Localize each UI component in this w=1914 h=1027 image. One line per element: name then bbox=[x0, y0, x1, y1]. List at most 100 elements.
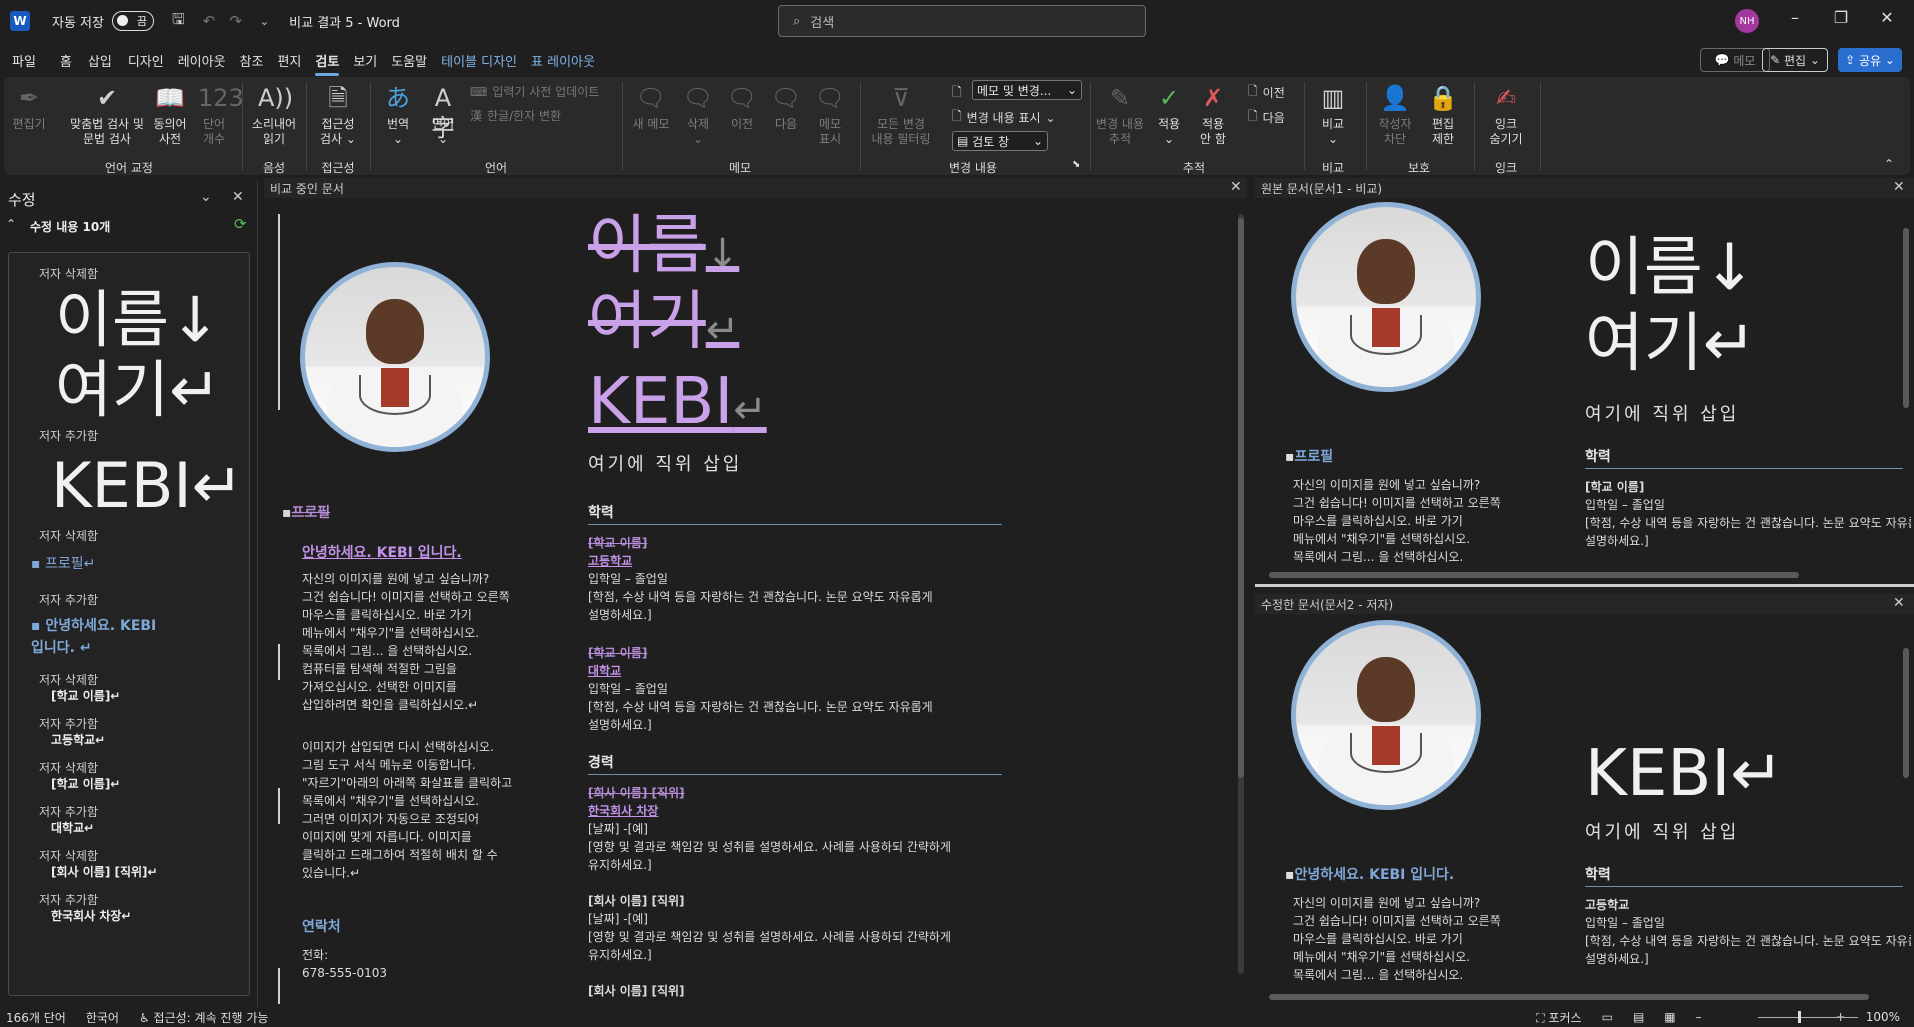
compared-document-pane[interactable]: 비교 중인 문서 ✕ 이름↓ 여기↵ KEBI↵ 여기에 직위 삽입 ▪프로필 … bbox=[264, 178, 1247, 1007]
language-button[interactable]: A字 언어 ⌄ bbox=[422, 83, 464, 147]
show-memo-button[interactable]: 🗨 메모 표시 bbox=[808, 83, 852, 147]
phone-number[interactable]: 678-555-0103 bbox=[302, 964, 387, 982]
thesaurus-button[interactable]: 📖 동의어 사전 bbox=[148, 83, 192, 147]
tab-help[interactable]: 도움말 bbox=[391, 48, 427, 73]
revised-job-title[interactable]: 여기에 직위 삽입 bbox=[1585, 818, 1739, 844]
track-changes-button[interactable]: ✎ 변경 내용 추적 bbox=[1094, 83, 1146, 147]
revised-hello-heading[interactable]: ▪안녕하세요. KEBI 입니다. bbox=[1285, 864, 1454, 884]
next-memo-button[interactable]: 🗨 다음 bbox=[764, 83, 808, 132]
original-dates[interactable]: 입학일 – 졸업일 bbox=[1585, 496, 1665, 514]
prev-memo-button[interactable]: 🗨 이전 bbox=[720, 83, 764, 132]
check-accessibility-button[interactable]: 🗎 접근성 검사 ⌄ bbox=[312, 83, 364, 147]
revision-text[interactable]: ▪ 프로필↵ bbox=[31, 553, 95, 573]
tab-mailings[interactable]: 편지 bbox=[277, 48, 301, 73]
revision-text[interactable]: [학교 이름]↵ bbox=[51, 687, 120, 704]
revision-text[interactable]: 이름↓ 여기↵ bbox=[55, 285, 221, 425]
company1-deleted[interactable]: [회사 이름] [직위] bbox=[588, 784, 685, 802]
filter-changes-button[interactable]: ⊽ 모든 변경 내용 필터링 bbox=[866, 83, 936, 147]
tab-home[interactable]: 홈 bbox=[60, 48, 72, 73]
revision-text[interactable]: 고등학교↵ bbox=[51, 731, 105, 748]
revised-intro[interactable]: 자신의 이미지를 원에 넣고 싶습니까? 그건 쉽습니다! 이미지를 선택하고 … bbox=[1293, 894, 1501, 984]
company2[interactable]: [회사 이름] [직위] bbox=[588, 892, 685, 910]
tab-file[interactable]: 파일 bbox=[12, 48, 36, 73]
restrict-editing-button[interactable]: 🔒 편집 제한 bbox=[1420, 83, 1466, 147]
tab-design[interactable]: 디자인 bbox=[128, 48, 164, 73]
edu-description[interactable]: [학점, 수상 내역 등을 자랑하는 건 괜찮습니다. 논문 요약도 자유롭게 … bbox=[588, 588, 933, 624]
hello-heading[interactable]: 안녕하세요. KEBI 입니다. bbox=[302, 542, 462, 562]
minimize-icon[interactable]: – bbox=[1780, 8, 1810, 27]
date-range[interactable]: [날짜] -[예] bbox=[588, 820, 648, 838]
edu-dates[interactable]: 입학일 – 졸업일 bbox=[588, 680, 668, 698]
original-school[interactable]: [학교 이름] bbox=[1585, 478, 1644, 496]
print-layout-icon[interactable]: ▤ bbox=[1633, 1010, 1644, 1024]
inserted-name[interactable]: KEBI↵ bbox=[588, 364, 767, 448]
spelling-button[interactable]: ✔ 맞춤법 검사 및 문법 검사 bbox=[59, 83, 155, 147]
revised-edu-desc[interactable]: [학점, 수상 내역 등을 자랑하는 건 괜찮습니다. 논문 요약도 자유롭게 … bbox=[1585, 932, 1911, 968]
revision-text[interactable]: 한국회사 차장↵ bbox=[51, 907, 131, 924]
education-heading[interactable]: 학력 bbox=[588, 502, 614, 522]
accessibility-status[interactable]: ♿ 접근성: 계속 진행 가능 bbox=[139, 1009, 268, 1026]
block-authors-button[interactable]: 👤 작성자 차단 bbox=[1372, 83, 1418, 147]
markup-dropdown[interactable]: 메모 및 변경... ⌄ bbox=[972, 80, 1082, 100]
tab-table-design[interactable]: 테이블 디자인 bbox=[441, 48, 517, 73]
deleted-name-line2[interactable]: 여기↵ bbox=[588, 284, 739, 368]
collapse-revisions-icon[interactable]: ⌃ bbox=[6, 217, 16, 231]
revision-text[interactable]: [회사 이름] [직위]↵ bbox=[51, 863, 158, 880]
compare-button[interactable]: ▥ 비교 ⌄ bbox=[1310, 83, 1356, 147]
read-mode-icon[interactable]: ▭ bbox=[1602, 1010, 1613, 1024]
revised-hscroll[interactable] bbox=[1269, 994, 1869, 1000]
contact-heading[interactable]: 연락처 bbox=[302, 916, 341, 936]
memo-button[interactable]: 💬 메모 bbox=[1700, 48, 1770, 72]
profile-photo[interactable] bbox=[300, 262, 490, 452]
school2-inserted[interactable]: 대학교 bbox=[588, 662, 621, 680]
revised-dates[interactable]: 입학일 – 졸업일 bbox=[1585, 914, 1665, 932]
close-icon[interactable]: ✕ bbox=[1872, 8, 1902, 27]
close-compared-icon[interactable]: ✕ bbox=[1230, 179, 1242, 195]
search-box[interactable]: ⌕ 검색 bbox=[778, 5, 1146, 37]
word-count[interactable]: 166개 단어 bbox=[6, 1009, 66, 1026]
company1-inserted[interactable]: 한국회사 차장 bbox=[588, 802, 658, 820]
tab-references[interactable]: 참조 bbox=[240, 48, 264, 73]
redo-icon[interactable]: ↷ bbox=[229, 12, 242, 30]
exp-description[interactable]: [영향 및 결과로 책임감 및 성취를 설명하세요. 사례를 사용하되 간략하게… bbox=[588, 838, 951, 874]
revised-vscroll[interactable] bbox=[1903, 648, 1909, 778]
autosave-toggle[interactable]: 끔 bbox=[111, 11, 154, 31]
tab-view[interactable]: 보기 bbox=[353, 48, 377, 73]
experience-heading[interactable]: 경력 bbox=[588, 752, 614, 772]
original-intro[interactable]: 자신의 이미지를 원에 넣고 싶습니까? 그건 쉽습니다! 이미지를 선택하고 … bbox=[1293, 476, 1501, 566]
collapse-ribbon-icon[interactable]: ⌃ bbox=[1884, 157, 1894, 171]
zoom-level[interactable]: 100% bbox=[1866, 1010, 1900, 1024]
revised-profile-photo[interactable] bbox=[1291, 620, 1481, 810]
close-revised-icon[interactable]: ✕ bbox=[1893, 595, 1905, 611]
original-name[interactable]: 이름↓ 여기↵ bbox=[1585, 230, 1756, 382]
deleted-name-line1[interactable]: 이름↓ bbox=[588, 208, 739, 292]
revision-text[interactable]: KEBI↵ bbox=[51, 451, 244, 521]
tab-layout[interactable]: 레이아웃 bbox=[178, 48, 226, 73]
scroll-thumb[interactable] bbox=[1238, 218, 1244, 778]
pane-splitter[interactable] bbox=[1255, 584, 1914, 587]
tab-table-layout[interactable]: 표 레이아웃 bbox=[531, 48, 595, 73]
zoom-out-icon[interactable]: – bbox=[1696, 1010, 1702, 1024]
close-pane-icon[interactable]: ✕ bbox=[232, 189, 244, 205]
revised-name[interactable]: KEBI↵ bbox=[1585, 736, 1784, 812]
school2-deleted[interactable]: [학교 이름] bbox=[588, 644, 647, 662]
hide-ink-button[interactable]: ✍ 잉크 숨기기 bbox=[1480, 83, 1532, 147]
share-button[interactable]: ⇪ 공유 ⌄ bbox=[1838, 48, 1902, 72]
avatar[interactable]: NH bbox=[1735, 9, 1759, 33]
original-edu-desc[interactable]: [학점, 수상 내역 등을 자랑하는 건 괜찮습니다. 논문 요약도 자유롭게 … bbox=[1585, 514, 1911, 550]
revision-text[interactable]: [학교 이름]↵ bbox=[51, 775, 120, 792]
accept-button[interactable]: ✓ 적용 ⌄ bbox=[1148, 83, 1190, 147]
hanja-button[interactable]: 漢 한글/한자 변환 bbox=[470, 107, 561, 124]
next-change-button[interactable]: 🗋 다음 bbox=[1248, 107, 1285, 128]
ime-update-button[interactable]: ⌨ 입력기 사전 업데이트 bbox=[470, 83, 599, 100]
customize-qat-icon[interactable]: ⌄ bbox=[260, 15, 269, 28]
date-range[interactable]: [날짜] -[예] bbox=[588, 910, 648, 928]
wordcount-button[interactable]: 123 단어 개수 bbox=[194, 83, 244, 147]
exp-description[interactable]: [영향 및 결과로 책임감 및 성취를 설명하세요. 사례를 사용하되 간략하게… bbox=[588, 928, 951, 964]
reject-button[interactable]: ✗ 적용 안 함 bbox=[1192, 83, 1234, 147]
review-pane-dropdown[interactable]: ▤ 검토 창 ⌄ bbox=[952, 131, 1048, 151]
refresh-icon[interactable]: ⟳ bbox=[234, 215, 247, 233]
new-memo-button[interactable]: 🗨 새 메모 bbox=[628, 83, 674, 132]
original-edu-heading[interactable]: 학력 bbox=[1585, 446, 1611, 466]
tab-insert[interactable]: 삽입 bbox=[88, 48, 112, 73]
